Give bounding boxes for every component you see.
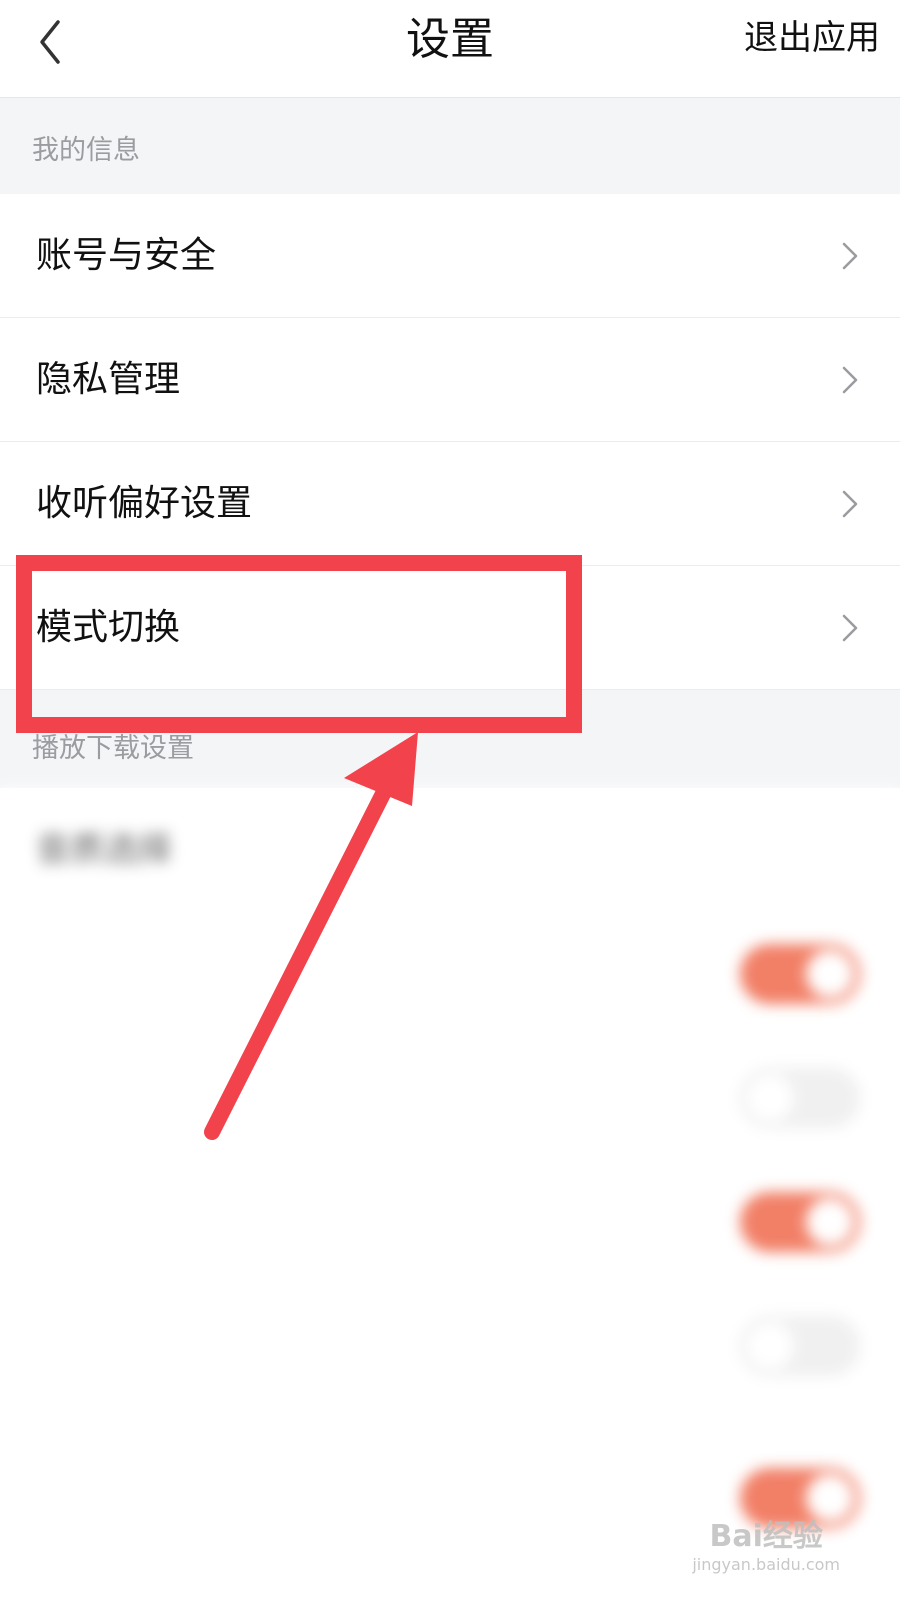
watermark-url: jingyan.baidu.com [692, 1555, 840, 1574]
section-title: 我的信息 [32, 135, 140, 166]
chevron-right-icon [842, 366, 858, 394]
settings-item-label: 账号与安全 [36, 235, 217, 276]
toggle-switch[interactable] [740, 944, 860, 1004]
toggle-switch[interactable] [740, 1068, 860, 1128]
settings-toggle-row [0, 1284, 900, 1408]
exit-app-button[interactable]: 退出应用 [744, 14, 880, 62]
settings-toggle-row [0, 912, 900, 1036]
settings-item-label: 收听偏好设置 [36, 483, 253, 524]
settings-item-privacy[interactable]: 隐私管理 [0, 318, 900, 442]
settings-item-listening-preferences[interactable]: 收听偏好设置 [0, 442, 900, 566]
chevron-right-icon [842, 490, 858, 518]
section-header-my-info: 我的信息 [0, 98, 900, 194]
settings-item-account-security[interactable]: 账号与安全 [0, 194, 900, 318]
settings-toggle-row [0, 1036, 900, 1160]
settings-item-label: 隐私管理 [36, 359, 181, 400]
settings-item-label: 音质选择 [36, 830, 172, 870]
settings-toggle-row [0, 1160, 900, 1284]
chevron-right-icon [842, 614, 858, 642]
blurred-settings-area: 音质选择 [0, 700, 900, 1600]
settings-item-mode-switch[interactable]: 模式切换 [0, 566, 900, 690]
top-bar: 设置 退出应用 [0, 0, 900, 98]
toggle-switch[interactable] [740, 1316, 860, 1376]
settings-item-audio-quality[interactable]: 音质选择 [0, 788, 900, 912]
watermark: Bai经验 jingyan.baidu.com [692, 1511, 840, 1574]
toggle-switch[interactable] [740, 1192, 860, 1252]
watermark-brand: Bai经验 [709, 1519, 823, 1554]
chevron-right-icon [842, 242, 858, 270]
settings-item-label: 模式切换 [36, 607, 181, 648]
